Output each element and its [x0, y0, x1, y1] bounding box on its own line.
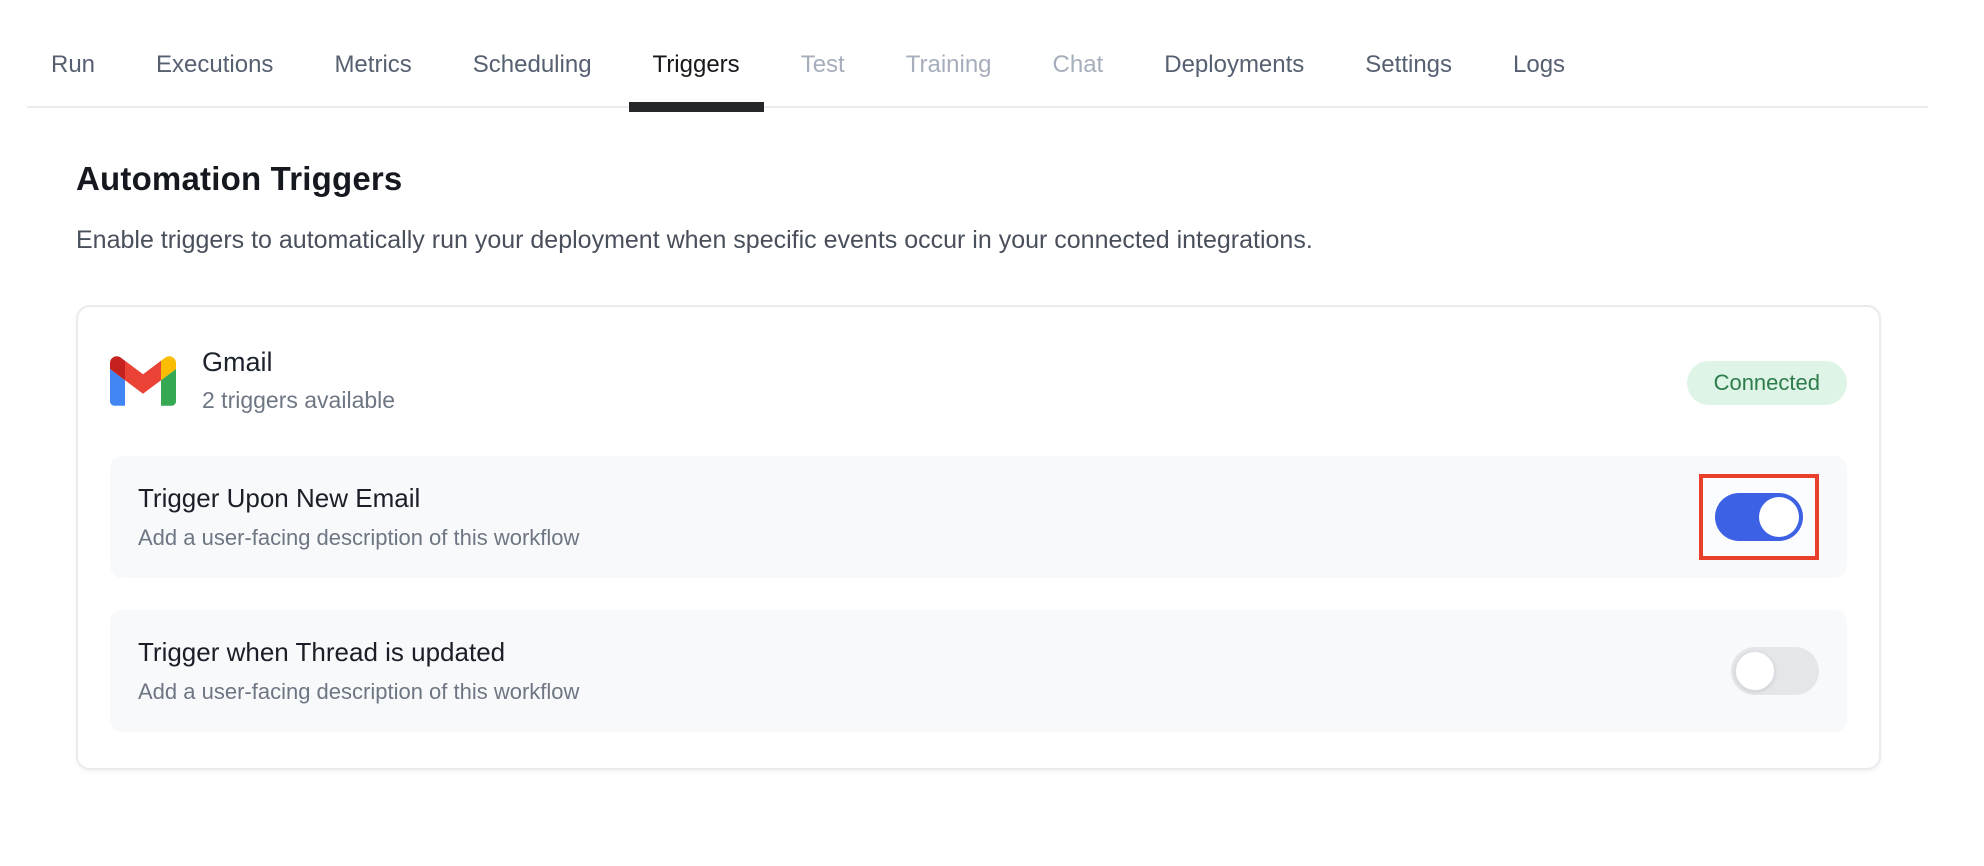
page-description: Enable triggers to automatically run you… — [76, 226, 1881, 255]
tab-triggers[interactable]: Triggers — [629, 50, 764, 106]
status-badge: Connected — [1687, 361, 1847, 405]
tab-training[interactable]: Training — [882, 50, 1016, 106]
gmail-icon — [110, 356, 176, 406]
page-title: Automation Triggers — [76, 160, 1881, 198]
tab-executions[interactable]: Executions — [132, 50, 297, 106]
integration-card: Gmail 2 triggers available Connected Tri… — [76, 305, 1881, 770]
toggle-knob — [1735, 651, 1775, 691]
trigger-row-text: Trigger when Thread is updated Add a user… — [138, 637, 579, 705]
trigger-description: Add a user-facing description of this wo… — [138, 679, 579, 705]
tab-bar: RunExecutionsMetricsSchedulingTriggersTe… — [27, 0, 1928, 108]
integration-card-header: Gmail 2 triggers available Connected — [110, 347, 1847, 414]
integration-name: Gmail — [202, 347, 395, 378]
trigger-title: Trigger when Thread is updated — [138, 637, 579, 668]
trigger-row: Trigger when Thread is updated Add a user… — [110, 610, 1847, 732]
toggle-knob — [1759, 497, 1799, 537]
trigger-row-text: Trigger Upon New Email Add a user-facing … — [138, 483, 579, 551]
trigger-list: Trigger Upon New Email Add a user-facing … — [110, 456, 1847, 732]
trigger-title: Trigger Upon New Email — [138, 483, 579, 514]
integration-text: Gmail 2 triggers available — [202, 347, 395, 414]
integration-info: Gmail 2 triggers available — [110, 347, 395, 414]
tab-chat[interactable]: Chat — [1029, 50, 1128, 106]
tab-deployments[interactable]: Deployments — [1140, 50, 1328, 106]
annotation-highlight-box — [1699, 474, 1819, 560]
trigger-description: Add a user-facing description of this wo… — [138, 525, 579, 551]
triggers-page: Automation Triggers Enable triggers to a… — [76, 160, 1881, 770]
tab-run[interactable]: Run — [27, 50, 119, 106]
trigger-row: Trigger Upon New Email Add a user-facing … — [110, 456, 1847, 578]
integration-subtitle: 2 triggers available — [202, 387, 395, 414]
tab-settings[interactable]: Settings — [1341, 50, 1476, 106]
tab-metrics[interactable]: Metrics — [310, 50, 435, 106]
tab-scheduling[interactable]: Scheduling — [449, 50, 616, 106]
tab-logs[interactable]: Logs — [1489, 50, 1589, 106]
tab-test[interactable]: Test — [777, 50, 869, 106]
trigger-toggle-on[interactable] — [1715, 493, 1803, 541]
trigger-toggle-off[interactable] — [1731, 647, 1819, 695]
